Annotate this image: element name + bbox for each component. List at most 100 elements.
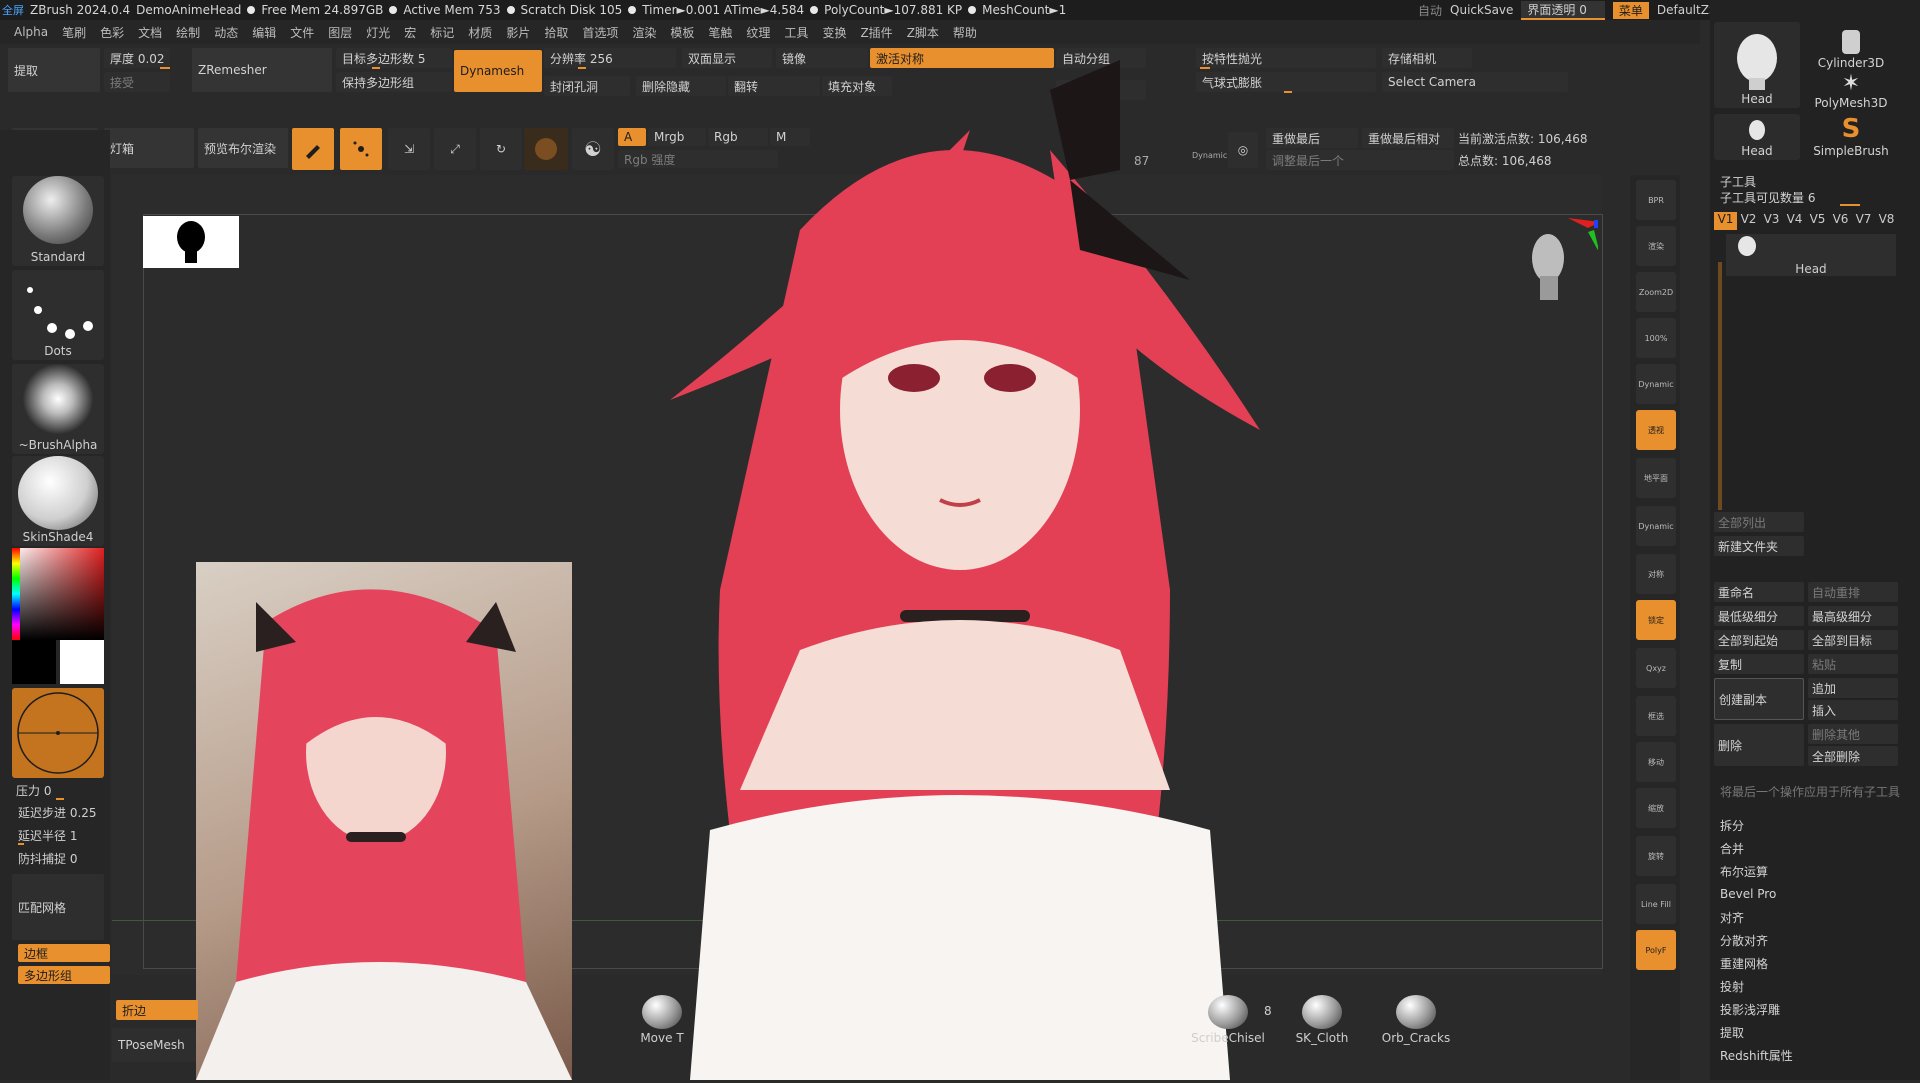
texture-button[interactable]: ☯ (572, 128, 614, 170)
edit-mode-button[interactable] (292, 128, 334, 170)
sk-cloth-brush[interactable]: SK_Cloth (1282, 995, 1362, 1045)
paste-button[interactable]: 粘贴 (1808, 654, 1898, 674)
version-tab-v7[interactable]: V7 (1852, 212, 1875, 230)
shelf-button[interactable]: 移动 (1636, 742, 1676, 782)
version-tab-v2[interactable]: V2 (1737, 212, 1760, 230)
menu-item[interactable]: 色彩 (100, 24, 124, 41)
quicksave-button[interactable]: QuickSave (1450, 3, 1513, 17)
select-camera-dropdown[interactable]: Select Camera (1382, 72, 1568, 92)
shelf-button[interactable]: 缩放 (1636, 788, 1676, 828)
shelf-button[interactable]: Zoom2D (1636, 272, 1676, 312)
draw-mode-button[interactable] (340, 128, 382, 170)
close-holes-button[interactable]: 封闭孔洞 (544, 76, 630, 96)
split-menu[interactable]: 拆分 (1716, 814, 1744, 836)
tool-thumb-polymesh[interactable]: ✶ PolyMesh3D (1808, 71, 1894, 112)
alpha-picker[interactable]: ~BrushAlpha (12, 364, 104, 454)
delete-all-button[interactable]: 全部删除 (1808, 746, 1898, 766)
material-button[interactable] (524, 128, 568, 170)
shelf-button[interactable]: 100% (1636, 318, 1676, 358)
brush-picker[interactable]: Standard (12, 176, 104, 266)
extract-button[interactable]: 提取 (8, 48, 100, 92)
visible-subtool-count[interactable]: 子工具可见数量 6 (1716, 186, 1815, 208)
target-polygons-slider[interactable]: 目标多边形数 5 (336, 48, 452, 68)
sculpt-model[interactable] (650, 30, 1270, 1080)
rename-button[interactable]: 重命名 (1714, 582, 1804, 602)
menu-item[interactable]: 动态 (214, 24, 238, 41)
ui-transparency-slider[interactable]: 界面透明 0 (1521, 0, 1605, 20)
version-tab-v6[interactable]: V6 (1829, 212, 1852, 230)
menu-item[interactable]: 灯光 (366, 24, 390, 41)
new-folder-button[interactable]: 新建文件夹 (1714, 536, 1804, 556)
shelf-button[interactable]: Qxyz (1636, 648, 1676, 688)
rotate-mode-button[interactable]: ↻ (480, 128, 522, 170)
menu-item[interactable]: 首选项 (582, 24, 618, 41)
navigation-gizmo[interactable] (1528, 218, 1600, 308)
menu-item[interactable]: Alpha (14, 25, 48, 39)
highest-subdiv-button[interactable]: 最高级细分 (1808, 606, 1898, 626)
align-menu[interactable]: 对齐 (1716, 906, 1744, 928)
hue-strip[interactable] (12, 548, 20, 640)
shelf-button[interactable]: 地平面 (1636, 458, 1676, 498)
scribe-chisel-brush[interactable]: ScribeChisel (1188, 995, 1268, 1045)
redo-last-relative-button[interactable]: 重做最后相对 (1362, 128, 1454, 148)
fullscreen-label[interactable]: 全屏 (2, 2, 24, 18)
store-camera-button[interactable]: 存储相机 (1382, 48, 1472, 68)
copy-button[interactable]: 复制 (1714, 654, 1804, 674)
extract-menu[interactable]: 提取 (1716, 1021, 1744, 1043)
main-color-swatch[interactable] (12, 640, 56, 684)
backtrack-slider[interactable]: 防抖捕捉 0 (18, 850, 77, 867)
menu-item[interactable]: 笔刷 (62, 24, 86, 41)
bevel-pro-menu[interactable]: Bevel Pro (1716, 883, 1776, 905)
adjust-last-slider[interactable]: 调整最后一个 (1266, 150, 1454, 170)
shelf-button[interactable]: BPR (1636, 180, 1676, 220)
merge-menu[interactable]: 合并 (1716, 837, 1744, 859)
menu-item[interactable]: 编辑 (252, 24, 276, 41)
scale-mode-button[interactable]: ⤢ (434, 128, 476, 170)
all-to-target-button[interactable]: 全部到目标 (1808, 630, 1898, 650)
shelf-button[interactable]: Dynamic (1636, 506, 1676, 546)
redshift-properties-menu[interactable]: Redshift属性 (1716, 1044, 1793, 1066)
menu-item[interactable]: 文件 (290, 24, 314, 41)
accept-button[interactable]: 接受 (104, 72, 170, 92)
redo-last-button[interactable]: 重做最后 (1266, 128, 1358, 148)
shelf-button[interactable]: 透视 (1636, 410, 1676, 450)
delete-other-button[interactable]: 删除其他 (1808, 724, 1898, 744)
zremesher-button[interactable]: ZRemesher (192, 48, 332, 92)
delete-button[interactable]: 删除 (1714, 724, 1804, 766)
append-button[interactable]: 追加 (1808, 678, 1898, 698)
material-picker[interactable]: SkinShade4 (12, 456, 104, 546)
shelf-button[interactable]: 框选 (1636, 696, 1676, 736)
lazy-step-slider[interactable]: 延迟步进 0.25 (18, 804, 97, 821)
menu-item[interactable]: 文档 (138, 24, 162, 41)
version-tab-v1[interactable]: V1 (1714, 212, 1737, 230)
preview-boolean-button[interactable]: 预览布尔渲染 (198, 128, 288, 168)
shelf-button[interactable]: 渲染 (1636, 226, 1676, 266)
thickness-slider[interactable]: 厚度 0.02 (104, 48, 170, 68)
distribute-menu[interactable]: 分散对齐 (1716, 929, 1768, 951)
dynamesh-button[interactable]: Dynamesh (454, 50, 542, 92)
shelf-button[interactable]: PolyF (1636, 930, 1676, 970)
menu-item[interactable]: 图层 (328, 24, 352, 41)
shelf-button[interactable]: 对称 (1636, 554, 1676, 594)
project-bas-relief-menu[interactable]: 投影浅浮雕 (1716, 998, 1780, 1020)
version-tab-v3[interactable]: V3 (1760, 212, 1783, 230)
menu-item[interactable]: 绘制 (176, 24, 200, 41)
lightbox-button[interactable]: 灯箱 (104, 128, 194, 168)
all-to-start-button[interactable]: 全部到起始 (1714, 630, 1804, 650)
subtool-scrollbar[interactable] (1718, 262, 1722, 510)
tool-thumb-head[interactable]: Head (1714, 22, 1800, 108)
menu-item[interactable]: 拾取 (544, 24, 568, 41)
move-mode-button[interactable]: ⇲ (388, 128, 430, 170)
keep-polygroups-button[interactable]: 保持多边形组 (336, 72, 452, 92)
lowest-subdiv-button[interactable]: 最低级细分 (1714, 606, 1804, 626)
move-topological-brush[interactable]: Move T (622, 995, 702, 1045)
duplicate-button[interactable]: 创建副本 (1714, 678, 1804, 720)
menu-item[interactable]: 标记 (430, 24, 454, 41)
apply-to-all-label[interactable]: 将最后一个操作应用于所有子工具 (1716, 780, 1900, 802)
polygroup-button[interactable]: 多边形组 (18, 966, 110, 984)
subtool-head-row[interactable]: Head (1726, 234, 1896, 276)
remesh-menu[interactable]: 重建网格 (1716, 952, 1768, 974)
version-tab-v5[interactable]: V5 (1806, 212, 1829, 230)
silhouette-preview[interactable] (143, 216, 239, 268)
shelf-button[interactable]: Line Fill (1636, 884, 1676, 924)
